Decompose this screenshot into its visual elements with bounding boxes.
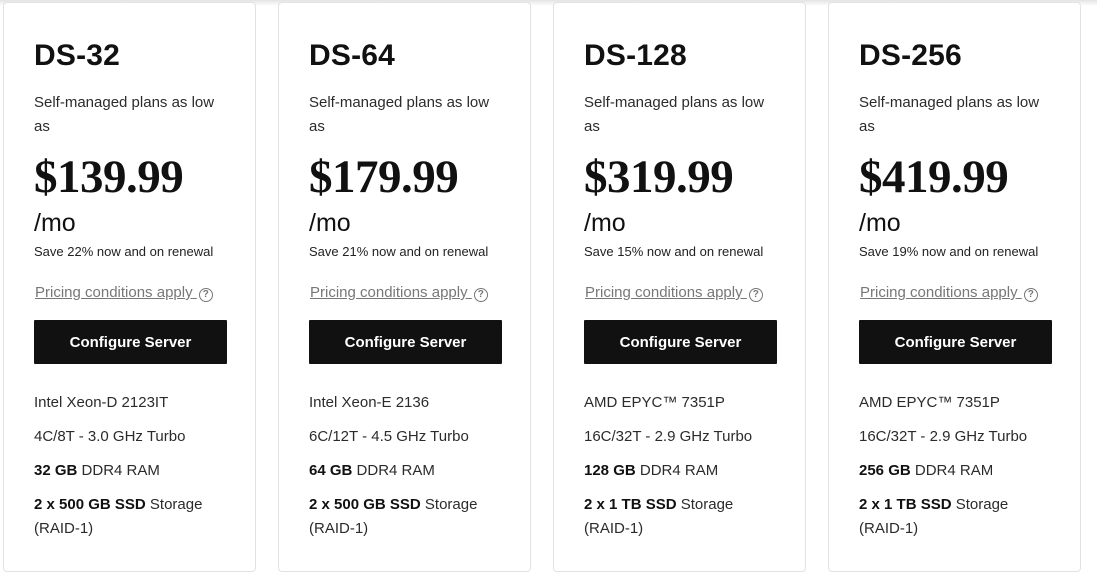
plan-specs: AMD EPYC™ 7351P 16C/32T - 2.9 GHz Turbo … [859,391,1069,551]
plan-card-ds-64: DS-64 Self-managed plans as low as $179.… [278,2,531,572]
spec-storage: 2 x 1 TB SSD Storage (RAID-1) [859,493,1069,541]
help-circle-icon[interactable]: ? [473,288,488,302]
spec-storage-label: Storage [149,496,203,513]
plan-price: $319.99 [584,151,734,203]
spec-ram-type: DDR4 RAM [81,462,160,479]
plan-price: $179.99 [309,151,459,203]
savings-note: Save 21% now and on renewal [309,244,489,259]
plan-price: $419.99 [859,151,1009,203]
savings-note: Save 15% now and on renewal [584,244,764,259]
spec-storage-size: 2 x 1 TB SSD [859,496,952,513]
help-circle-icon[interactable]: ? [1023,288,1038,302]
pricing-conditions-label: Pricing conditions apply [585,284,743,301]
spec-storage: 2 x 1 TB SSD Storage (RAID-1) [584,493,794,541]
spec-ram: 32 GB DDR4 RAM [34,459,244,483]
configure-server-button[interactable]: Configure Server [859,320,1052,364]
price-period: /mo [584,209,626,237]
spec-ram-type: DDR4 RAM [639,462,719,479]
spec-raid: (RAID-1) [584,520,644,537]
plan-card-ds-32: DS-32 Self-managed plans as low as $139.… [3,2,256,572]
spec-storage-label: Storage [680,496,734,513]
plan-card-ds-256: DS-256 Self-managed plans as low as $419… [828,2,1081,572]
spec-ram-type: DDR4 RAM [914,462,994,479]
spec-ram: 64 GB DDR4 RAM [309,459,519,483]
spec-cpu: Intel Xeon-D 2123IT [34,394,169,411]
spec-ram: 256 GB DDR4 RAM [859,459,1069,483]
spec-storage: 2 x 500 GB SSD Storage (RAID-1) [34,493,244,541]
spec-ram-size: 64 GB [309,462,353,479]
plan-tagline: Self-managed plans as low as [309,94,490,135]
spec-cores: 4C/8T - 3.0 GHz Turbo [34,428,186,445]
plan-specs: Intel Xeon-D 2123IT 4C/8T - 3.0 GHz Turb… [34,391,244,551]
configure-server-button[interactable]: Configure Server [34,320,227,364]
configure-server-button[interactable]: Configure Server [309,320,502,364]
spec-cores: 16C/32T - 2.9 GHz Turbo [859,428,1028,445]
pricing-conditions-label: Pricing conditions apply [310,284,468,301]
savings-note: Save 19% now and on renewal [859,244,1039,259]
spec-ram-type: DDR4 RAM [356,462,435,479]
pricing-conditions-label: Pricing conditions apply [860,284,1018,301]
savings-note: Save 22% now and on renewal [34,244,214,259]
plan-cards: DS-32 Self-managed plans as low as $139.… [0,0,1097,574]
help-circle-icon[interactable]: ? [748,288,763,302]
price-period: /mo [859,209,901,237]
spec-ram-size: 32 GB [34,462,78,479]
pricing-conditions-link[interactable]: Pricing conditions apply ? [35,284,213,302]
help-circle-icon[interactable]: ? [198,288,213,302]
spec-ram-size: 128 GB [584,462,636,479]
spec-ram-size: 256 GB [859,462,911,479]
plan-price: $139.99 [34,151,184,203]
plan-name: DS-256 [859,39,962,72]
spec-storage-size: 2 x 1 TB SSD [584,496,677,513]
spec-cpu: Intel Xeon-E 2136 [309,394,430,411]
pricing-conditions-link[interactable]: Pricing conditions apply ? [585,284,763,302]
plan-tagline: Self-managed plans as low as [859,94,1040,135]
spec-raid: (RAID-1) [859,520,919,537]
plan-name: DS-32 [34,39,121,72]
spec-cpu: AMD EPYC™ 7351P [859,394,1000,411]
spec-storage-size: 2 x 500 GB SSD [309,496,421,513]
spec-cores: 6C/12T - 4.5 GHz Turbo [309,428,469,445]
price-period: /mo [34,209,76,237]
plan-specs: Intel Xeon-E 2136 6C/12T - 4.5 GHz Turbo… [309,391,519,551]
spec-ram: 128 GB DDR4 RAM [584,459,794,483]
spec-storage-size: 2 x 500 GB SSD [34,496,146,513]
spec-storage: 2 x 500 GB SSD Storage (RAID-1) [309,493,519,541]
plan-tagline: Self-managed plans as low as [584,94,765,135]
spec-cpu: AMD EPYC™ 7351P [584,394,725,411]
spec-storage-label: Storage [424,496,478,513]
pricing-conditions-link[interactable]: Pricing conditions apply ? [310,284,488,302]
plan-specs: AMD EPYC™ 7351P 16C/32T - 2.9 GHz Turbo … [584,391,794,551]
spec-raid: (RAID-1) [309,520,369,537]
plan-tagline: Self-managed plans as low as [34,94,215,135]
plan-name: DS-64 [309,39,396,72]
spec-storage-label: Storage [955,496,1009,513]
spec-cores: 16C/32T - 2.9 GHz Turbo [584,428,753,445]
price-period: /mo [309,209,351,237]
pricing-conditions-label: Pricing conditions apply [35,284,193,301]
plan-name: DS-128 [584,39,687,72]
spec-raid: (RAID-1) [34,520,94,537]
pricing-conditions-link[interactable]: Pricing conditions apply ? [860,284,1038,302]
configure-server-button[interactable]: Configure Server [584,320,777,364]
plan-card-ds-128: DS-128 Self-managed plans as low as $319… [553,2,806,572]
